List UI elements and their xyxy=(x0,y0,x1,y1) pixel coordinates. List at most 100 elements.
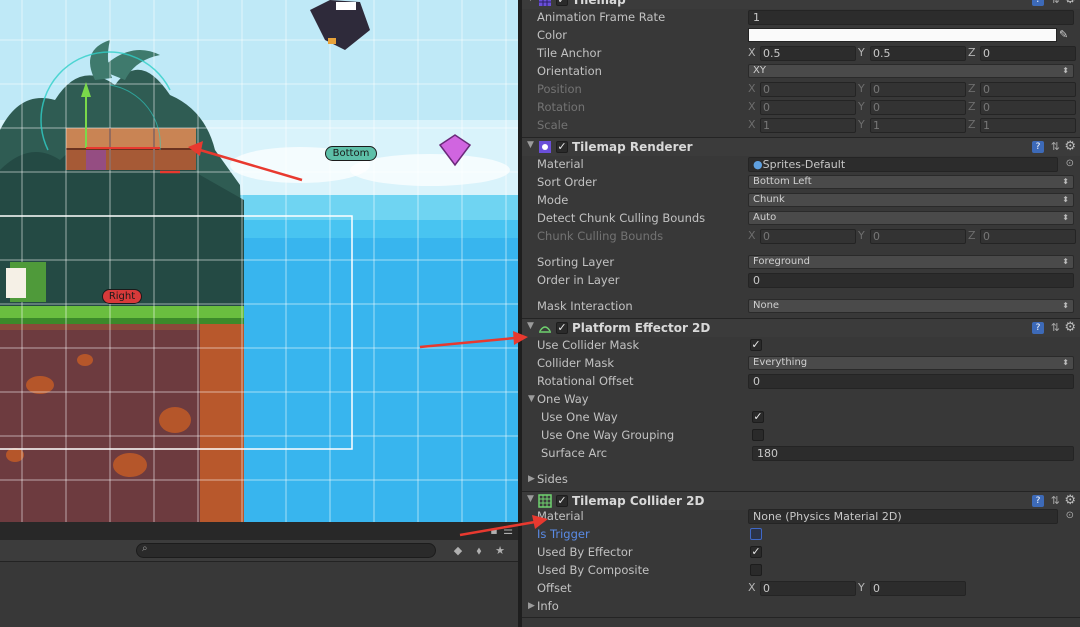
tilemap-collider-enabled-checkbox[interactable]: ✓ xyxy=(556,495,568,507)
offset-x-field[interactable]: 0 xyxy=(760,581,856,596)
tile-anchor-x-field[interactable]: 0.5 xyxy=(760,46,856,61)
collapse-arrow-icon[interactable]: ▼ xyxy=(527,140,534,150)
collider-mask-dropdown[interactable]: Everything ⬍ xyxy=(748,356,1074,370)
z-axis-label: Z xyxy=(968,82,976,95)
platform-effector-header[interactable]: ▼ ✓ Platform Effector 2D ? ⇅ ⚙ xyxy=(522,318,1080,337)
material-object-field[interactable]: ●Sprites-Default xyxy=(748,157,1058,172)
presets-icon[interactable]: ⇅ xyxy=(1051,140,1060,153)
eyedropper-icon[interactable]: ✎ xyxy=(1059,28,1075,42)
is-trigger-label: Is Trigger xyxy=(537,527,590,541)
presets-icon[interactable]: ⇅ xyxy=(1051,321,1060,334)
use-one-way-checkbox[interactable]: ✓ xyxy=(752,411,764,423)
filter-by-label-icon[interactable]: ⬧ xyxy=(471,543,487,559)
is-trigger-row: Is Trigger xyxy=(522,525,1080,543)
platform-effector-enabled-checkbox[interactable]: ✓ xyxy=(556,322,568,334)
object-picker-icon[interactable]: ⊙ xyxy=(1066,158,1074,169)
y-axis-label: Y xyxy=(858,118,865,131)
y-axis-label: Y xyxy=(858,581,865,594)
position-label: Position xyxy=(537,82,582,96)
sort-order-dropdown[interactable]: Bottom Left ⬍ xyxy=(748,175,1074,189)
foldout-open-icon[interactable]: ▼ xyxy=(528,390,535,408)
platform-effector-icon xyxy=(539,326,551,333)
used-by-composite-checkbox[interactable] xyxy=(750,564,762,576)
gear-icon[interactable]: ⚙ xyxy=(1064,139,1076,154)
mode-dropdown[interactable]: Chunk ⬍ xyxy=(748,193,1074,207)
dropdown-arrow-icon: ⬍ xyxy=(1062,213,1069,222)
material-asset-icon: ● xyxy=(753,158,763,171)
presets-icon[interactable]: ⇅ xyxy=(1051,494,1060,507)
scene-canvas[interactable] xyxy=(0,0,518,522)
help-icon[interactable]: ? xyxy=(1032,141,1044,153)
orientation-dropdown[interactable]: XY ⬍ xyxy=(748,64,1074,78)
tilemap-renderer-enabled-checkbox[interactable]: ✓ xyxy=(556,141,568,153)
collapse-arrow-icon[interactable]: ▼ xyxy=(527,0,534,3)
collapse-arrow-icon[interactable]: ▼ xyxy=(527,494,534,504)
bottom-side-label: Bottom xyxy=(325,146,377,161)
order-in-layer-field[interactable]: 0 xyxy=(748,273,1074,288)
tile-anchor-z-field[interactable]: 0 xyxy=(980,46,1076,61)
y-axis-label: Y xyxy=(858,100,865,113)
info-label: Info xyxy=(537,599,559,613)
one-way-foldout[interactable]: ▼ One Way xyxy=(522,390,1080,408)
detect-chunk-culling-dropdown[interactable]: Auto ⬍ xyxy=(748,211,1074,225)
position-row: Position X0 Y0 Z0 xyxy=(522,80,1080,98)
collapse-arrow-icon[interactable]: ▼ xyxy=(527,321,534,331)
animation-frame-rate-label: Animation Frame Rate xyxy=(537,10,666,24)
offset-y-field[interactable]: 0 xyxy=(870,581,966,596)
help-icon[interactable]: ? xyxy=(1032,0,1044,6)
tile-anchor-row: Tile Anchor X 0.5 Y 0.5 Z0 xyxy=(522,44,1080,62)
scene-view[interactable]: Bottom Right xyxy=(0,0,518,522)
use-one-way-grouping-checkbox[interactable] xyxy=(752,429,764,441)
x-axis-label: X xyxy=(748,82,756,95)
inspector-panel: ▼ ✓ Tilemap ? ⇅ ⚙ Animation Frame Rate 1… xyxy=(522,0,1080,627)
rotation-label: Rotation xyxy=(537,100,586,114)
color-row: Color ✎ xyxy=(522,26,1080,44)
physics-material-field[interactable]: None (Physics Material 2D) xyxy=(748,509,1058,524)
use-one-way-grouping-row: Use One Way Grouping xyxy=(522,426,1080,444)
filter-by-type-icon[interactable]: ◆ xyxy=(450,543,466,559)
mask-interaction-dropdown[interactable]: None ⬍ xyxy=(748,299,1074,313)
animation-frame-rate-field[interactable]: 1 xyxy=(748,10,1074,25)
rotational-offset-field[interactable]: 0 xyxy=(748,374,1074,389)
sort-order-value: Bottom Left xyxy=(753,176,812,187)
sort-order-row: Sort Order Bottom Left ⬍ xyxy=(522,173,1080,191)
use-one-way-row: Use One Way ✓ xyxy=(522,408,1080,426)
color-swatch[interactable] xyxy=(748,28,1057,42)
menu-icon[interactable]: ☰ xyxy=(500,523,516,539)
sorting-layer-dropdown[interactable]: Foreground ⬍ xyxy=(748,255,1074,269)
x-axis-label: X xyxy=(748,581,756,594)
favorite-star-icon[interactable]: ★ xyxy=(492,543,508,559)
gear-icon[interactable]: ⚙ xyxy=(1064,493,1076,508)
sides-foldout[interactable]: ▶ Sides xyxy=(522,470,1080,488)
offset-row: Offset X0 Y0 xyxy=(522,579,1080,597)
object-picker-icon[interactable]: ⊙ xyxy=(1066,510,1074,521)
collider-mask-label: Collider Mask xyxy=(537,356,615,370)
surface-arc-field[interactable]: 180 xyxy=(752,446,1074,461)
foldout-closed-icon[interactable]: ▶ xyxy=(528,470,535,488)
tilemap-enabled-checkbox[interactable]: ✓ xyxy=(556,0,568,6)
scale-z-field: 1 xyxy=(980,118,1076,133)
help-icon[interactable]: ? xyxy=(1032,322,1044,334)
scale-label: Scale xyxy=(537,118,568,132)
presets-icon[interactable]: ⇅ xyxy=(1051,0,1060,6)
collider-material-row: Material None (Physics Material 2D) ⊙ xyxy=(522,507,1080,525)
search-input[interactable]: ⌕ xyxy=(136,543,436,558)
dropdown-arrow-icon: ⬍ xyxy=(1062,66,1069,75)
info-foldout[interactable]: ▶ Info xyxy=(522,597,1080,615)
used-by-effector-checkbox[interactable]: ✓ xyxy=(750,546,762,558)
tilemap-renderer-header[interactable]: ▼ ✓ Tilemap Renderer ? ⇅ ⚙ xyxy=(522,137,1080,156)
scale-x-field: 1 xyxy=(760,118,856,133)
is-trigger-checkbox[interactable] xyxy=(750,528,762,540)
animation-frame-rate-row: Animation Frame Rate 1 xyxy=(522,8,1080,26)
rotational-offset-label: Rotational Offset xyxy=(537,374,634,388)
tile-anchor-y-field[interactable]: 0.5 xyxy=(870,46,966,61)
gear-icon[interactable]: ⚙ xyxy=(1064,320,1076,335)
help-icon[interactable]: ? xyxy=(1032,495,1044,507)
y-axis-label: Y xyxy=(858,82,865,95)
use-collider-mask-checkbox[interactable]: ✓ xyxy=(750,339,762,351)
dropdown-arrow-icon: ⬍ xyxy=(1062,358,1069,367)
foldout-closed-icon[interactable]: ▶ xyxy=(528,597,535,615)
project-toolbar: ⌕ ◆ ⬧ ★ xyxy=(0,540,518,562)
gear-icon[interactable]: ⚙ xyxy=(1064,0,1076,7)
tilemap-renderer-icon xyxy=(539,141,551,153)
